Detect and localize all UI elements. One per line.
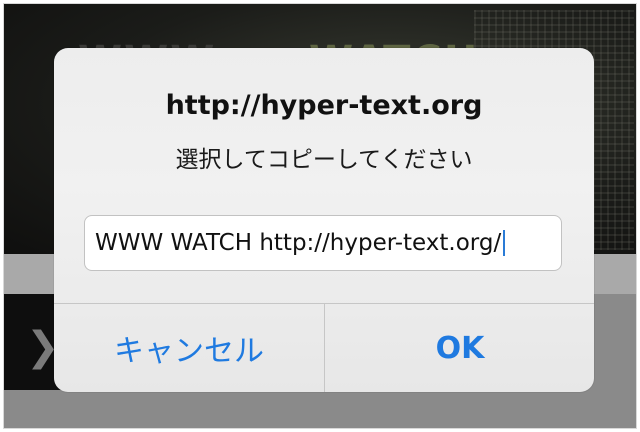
- alert-title: http://hyper-text.org: [165, 90, 483, 121]
- alert-message: 選択してコピーしてください: [175, 147, 473, 173]
- text-caret: [503, 230, 506, 256]
- copy-text-field[interactable]: WWW WATCH http://hyper-text.org/: [84, 215, 562, 271]
- cancel-button[interactable]: キャンセル: [54, 304, 324, 392]
- screen-frame: WWW WATCH ❯ http://hyper-text.org 選択してコピ…: [3, 3, 637, 429]
- copy-alert-dialog: http://hyper-text.org 選択してコピーしてください WWW …: [54, 48, 594, 392]
- ok-button[interactable]: OK: [325, 304, 594, 392]
- dimmed-area-bottom: [4, 390, 636, 428]
- copy-text-value: WWW WATCH http://hyper-text.org/: [95, 230, 502, 256]
